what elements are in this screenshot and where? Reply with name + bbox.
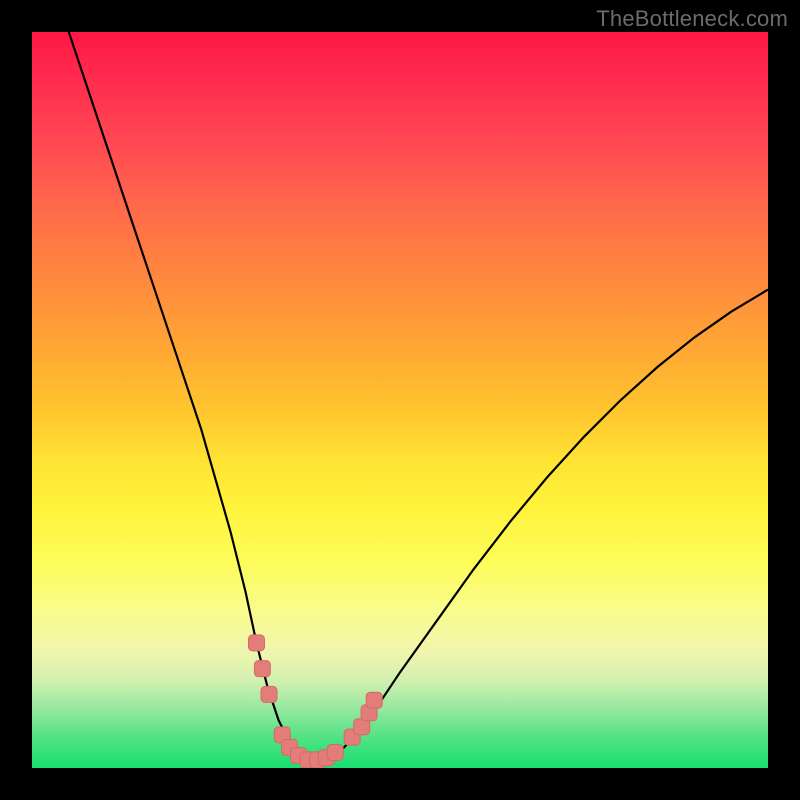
watermark-text: TheBottleneck.com	[596, 6, 788, 32]
curve-markers	[248, 635, 382, 768]
curve-marker	[261, 686, 277, 702]
bottleneck-curve	[69, 32, 768, 760]
curve-marker	[327, 745, 343, 761]
curve-marker	[248, 635, 264, 651]
chart-frame: TheBottleneck.com	[0, 0, 800, 800]
chart-svg	[32, 32, 768, 768]
curve-marker	[366, 692, 382, 708]
chart-plot-area	[32, 32, 768, 768]
curve-marker	[254, 661, 270, 677]
